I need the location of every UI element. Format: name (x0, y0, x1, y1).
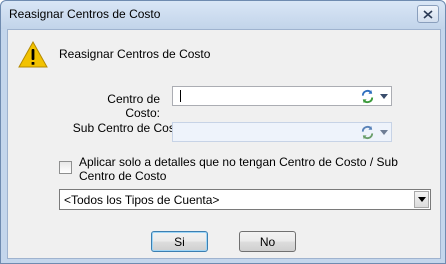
chevron-down-icon[interactable] (380, 130, 388, 135)
dialog-window: Reasignar Centros de Costo Reasignar Cen… (0, 0, 446, 264)
warning-icon (18, 41, 48, 68)
no-button[interactable]: No (239, 231, 296, 252)
close-icon (423, 9, 433, 19)
refresh-icon[interactable] (360, 125, 375, 140)
dialog-body: Reasignar Centros de Costo Centro de Cos… (7, 29, 441, 259)
close-button[interactable] (417, 5, 439, 23)
header-text: Reasignar Centros de Costo (59, 47, 211, 61)
centro-costo-input[interactable] (178, 89, 348, 103)
sub-centro-costo-input[interactable] (178, 125, 348, 139)
chevron-down-icon[interactable] (380, 94, 388, 99)
sub-centro-costo-combo[interactable] (172, 122, 392, 142)
title-bar[interactable]: Reasignar Centros de Costo (1, 1, 445, 29)
chevron-down-icon (418, 197, 426, 202)
window-title: Reasignar Centros de Costo (9, 7, 161, 21)
text-caret (180, 90, 181, 102)
si-button[interactable]: Si (151, 231, 208, 252)
aplicar-solo-label[interactable]: Aplicar solo a detalles que no tengan Ce… (79, 155, 431, 183)
refresh-icon[interactable] (360, 89, 375, 104)
aplicar-solo-checkbox[interactable] (59, 161, 72, 174)
centro-costo-label: Centro de Costo: (107, 92, 160, 120)
centro-costo-combo[interactable] (172, 86, 392, 106)
tipo-cuenta-dropdown-button[interactable] (414, 191, 429, 208)
tipo-cuenta-select[interactable]: <Todos los Tipos de Cuenta> (59, 189, 431, 210)
tipo-cuenta-selected: <Todos los Tipos de Cuenta> (64, 193, 220, 207)
